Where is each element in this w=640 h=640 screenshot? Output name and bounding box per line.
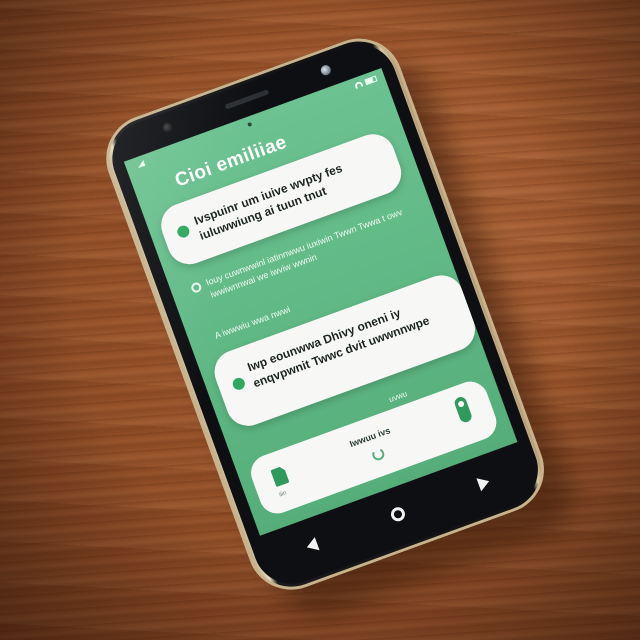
document-caption: iiin — [278, 490, 288, 499]
wifi-icon — [353, 80, 364, 89]
loading-spinner-icon — [370, 446, 387, 463]
back-button[interactable] — [298, 531, 326, 559]
signal-icon — [136, 160, 146, 168]
recents-button[interactable] — [470, 469, 498, 497]
earpiece-speaker — [224, 89, 270, 110]
status-dot-icon — [175, 223, 192, 240]
status-right — [353, 75, 378, 89]
front-sensor — [161, 121, 175, 135]
divider-label: uvwu — [387, 389, 409, 405]
app-screen: Cioi emiliiae Ivspuinr um iuive wvpty fe… — [123, 68, 518, 536]
phone-front: Cioi emiliiae Ivspuinr um iuive wvpty fe… — [101, 33, 549, 595]
info-icon — [189, 281, 203, 294]
smartphone: Cioi emiliiae Ivspuinr um iuive wvpty fe… — [93, 26, 557, 603]
recents-icon — [476, 474, 492, 492]
front-camera — [319, 63, 333, 77]
home-icon — [388, 505, 407, 524]
back-icon — [304, 537, 320, 554]
home-button[interactable] — [384, 500, 412, 528]
battery-icon — [364, 75, 378, 86]
message-card-text: Iwp eounwwa Dhivy oneni iy enqvpwnit Tww… — [245, 305, 432, 391]
status-left — [133, 160, 145, 169]
status-dot-icon — [231, 376, 247, 392]
notification-dot — [247, 121, 253, 128]
